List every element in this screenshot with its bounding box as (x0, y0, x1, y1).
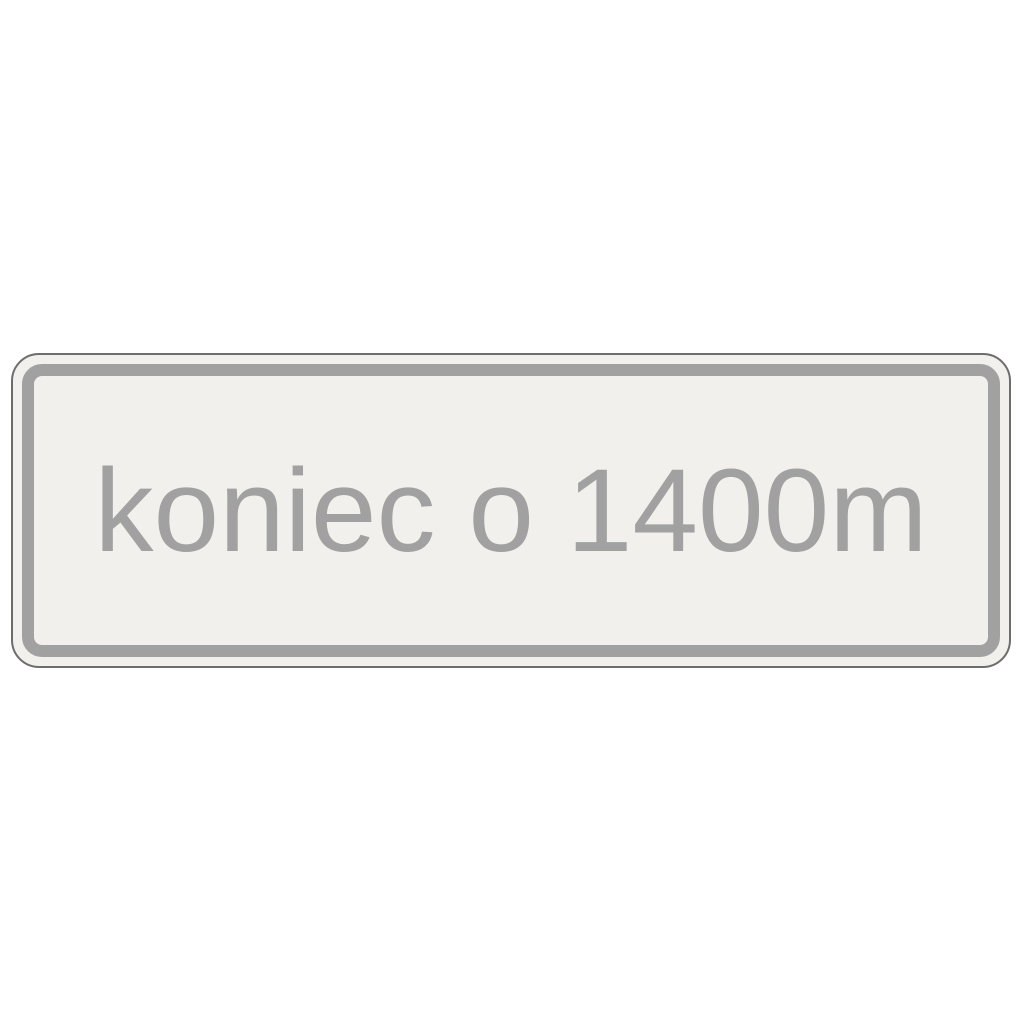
sign-text: koniec o 1400m (94, 444, 928, 577)
image-canvas: koniec o 1400m (0, 0, 1024, 1024)
road-sign-plate: koniec o 1400m (11, 353, 1011, 668)
